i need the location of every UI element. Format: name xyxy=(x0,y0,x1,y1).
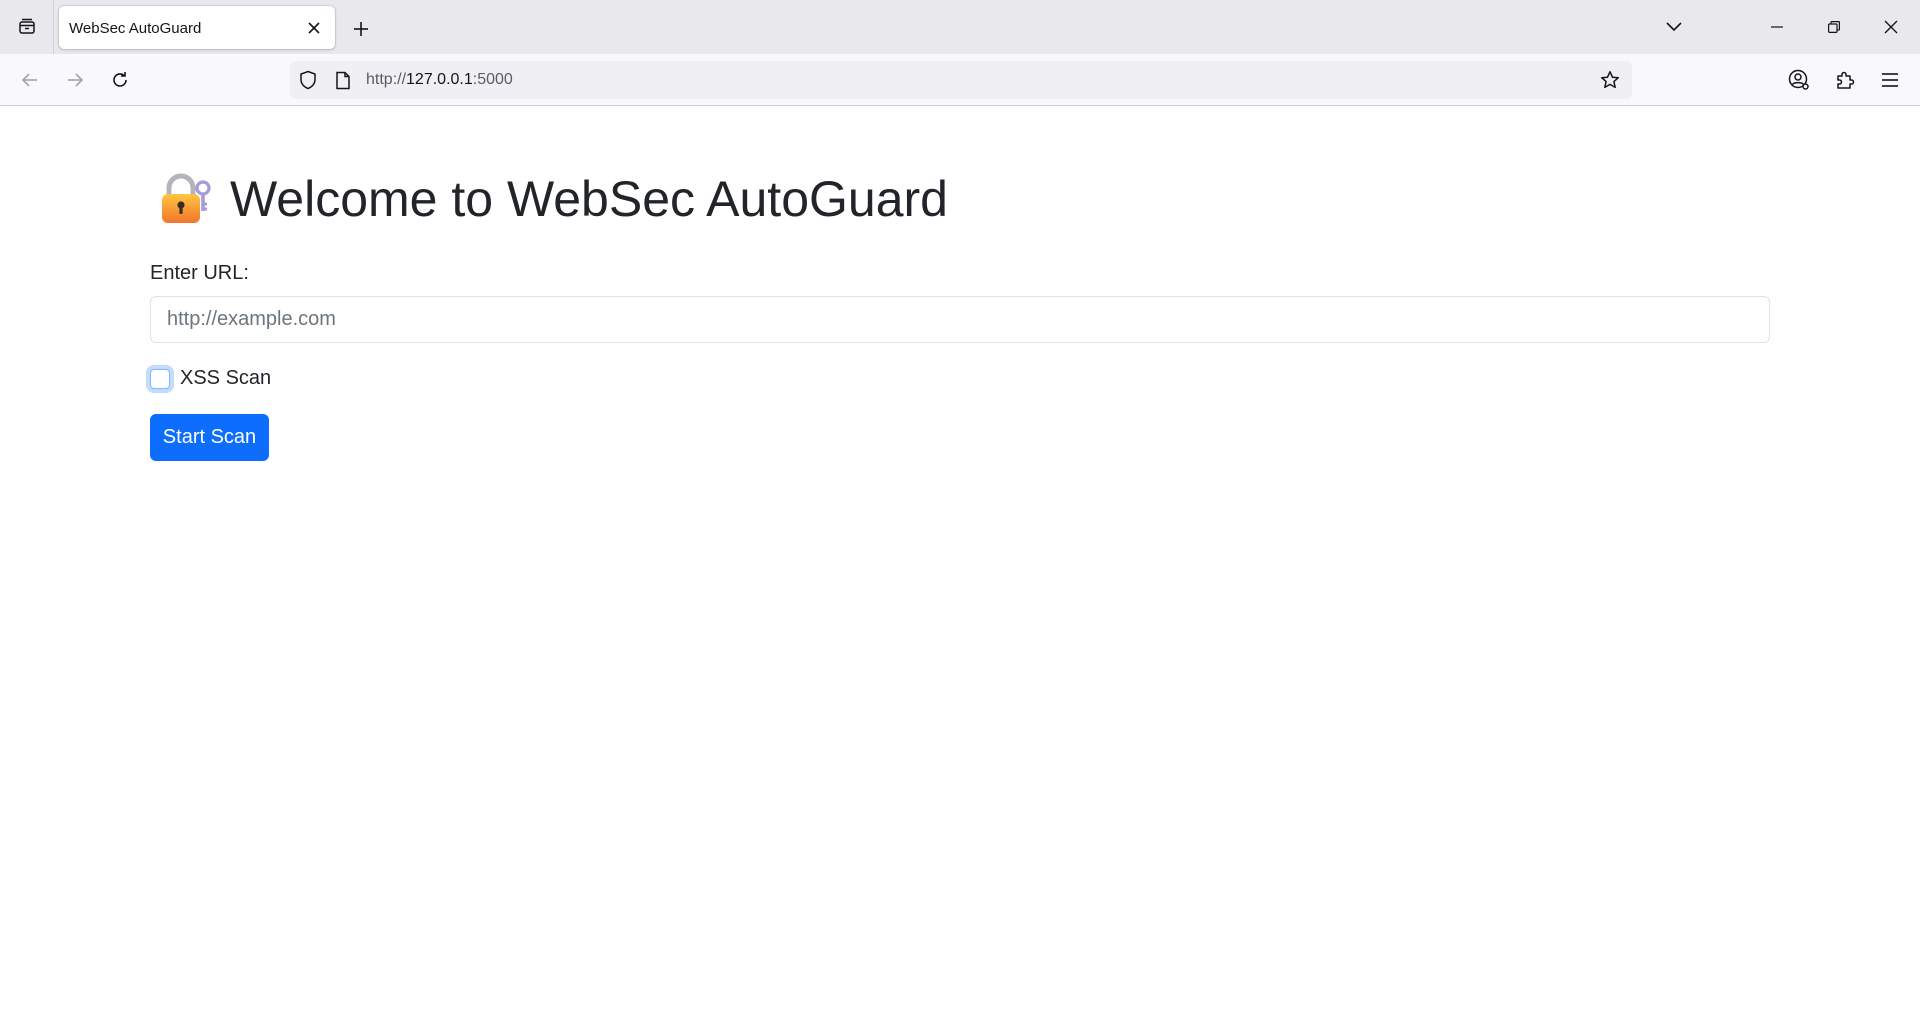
page-title: Welcome to WebSec AutoGuard xyxy=(230,171,948,227)
page-icon[interactable] xyxy=(333,70,353,90)
firefox-view-button[interactable] xyxy=(0,0,54,54)
tab-list-icon xyxy=(18,18,35,34)
chevron-down-icon xyxy=(1666,22,1682,32)
page-heading: Welcome to WebSec AutoGuard xyxy=(156,170,948,228)
xss-scan-label[interactable]: XSS Scan xyxy=(180,367,271,390)
url-text[interactable]: http://127.0.0.1:5000 xyxy=(366,71,513,89)
account-icon xyxy=(1788,69,1809,90)
restore-button[interactable] xyxy=(1811,0,1857,54)
page-content: Welcome to WebSec AutoGuard Enter URL: X… xyxy=(0,107,1920,1020)
close-icon xyxy=(1884,20,1898,34)
new-tab-button[interactable] xyxy=(346,14,376,44)
xss-scan-checkbox[interactable] xyxy=(150,368,170,389)
minimize-button[interactable] xyxy=(1754,0,1800,54)
address-bar[interactable]: http://127.0.0.1:5000 xyxy=(290,61,1632,99)
star-icon xyxy=(1600,71,1620,89)
puzzle-icon xyxy=(1837,71,1855,89)
restore-icon xyxy=(1828,21,1840,33)
app-menu-button[interactable] xyxy=(1874,64,1906,96)
start-scan-button[interactable]: Start Scan xyxy=(150,414,269,461)
account-button[interactable] xyxy=(1783,64,1815,96)
arrow-right-icon xyxy=(68,73,84,87)
forward-button[interactable] xyxy=(59,64,91,96)
tab-close-button[interactable] xyxy=(303,17,325,39)
browser-tab[interactable]: WebSec AutoGuard xyxy=(59,6,335,49)
shield-icon[interactable] xyxy=(298,70,318,90)
minimize-icon xyxy=(1771,26,1783,28)
reload-button[interactable] xyxy=(104,64,136,96)
arrow-left-icon xyxy=(21,73,37,87)
hamburger-menu-icon xyxy=(1882,73,1898,87)
bookmark-star-button[interactable] xyxy=(1600,70,1620,90)
tab-title: WebSec AutoGuard xyxy=(69,20,202,37)
xss-scan-option[interactable]: XSS Scan xyxy=(150,367,271,390)
close-icon xyxy=(308,22,320,34)
plus-icon xyxy=(354,22,368,36)
close-window-button[interactable] xyxy=(1868,0,1914,54)
lock-with-key-icon xyxy=(162,173,211,223)
tab-strip: WebSec AutoGuard xyxy=(0,0,1920,54)
url-input[interactable] xyxy=(150,296,1770,343)
url-label: Enter URL: xyxy=(150,262,249,284)
extensions-button[interactable] xyxy=(1829,64,1861,96)
back-button[interactable] xyxy=(14,64,46,96)
reload-icon xyxy=(113,72,127,87)
list-all-tabs-button[interactable] xyxy=(1651,0,1697,54)
navigation-toolbar: http://127.0.0.1:5000 xyxy=(0,54,1920,106)
